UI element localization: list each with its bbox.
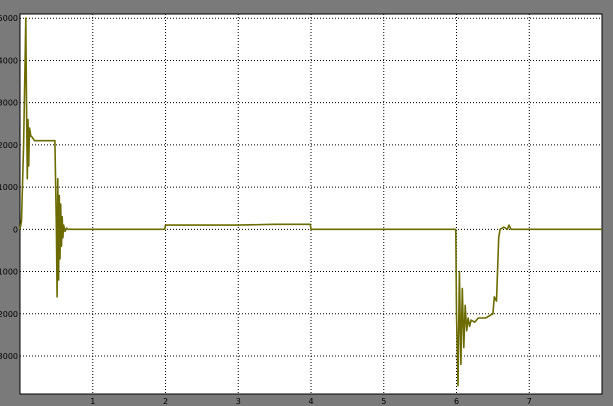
x-tick-label: 6 — [454, 397, 459, 406]
y-tick-label: 1000 — [0, 183, 18, 192]
y-tick-label: 0 — [13, 225, 18, 234]
y-tick-label: -1000 — [0, 268, 18, 277]
x-tick-label: 7 — [527, 397, 532, 406]
y-tick-label: 2000 — [0, 141, 18, 150]
line-chart: 1 2 3 4 5 6 7 5000 4000 3000 2000 1000 0 -1000 -2000 -3… — [0, 0, 613, 406]
x-tick-label: 3 — [236, 397, 241, 406]
y-tick-label: 5000 — [0, 14, 18, 23]
x-tick-label: 1 — [90, 397, 95, 406]
x-tick-label: 4 — [308, 397, 313, 406]
x-tick-label: 5 — [381, 397, 386, 406]
y-tick-label: -3000 — [0, 352, 18, 361]
x-tick-label: 2 — [163, 397, 168, 406]
y-tick-label: -2000 — [0, 310, 18, 319]
y-tick-label: 3000 — [0, 99, 18, 108]
y-tick-label: 4000 — [0, 56, 18, 65]
